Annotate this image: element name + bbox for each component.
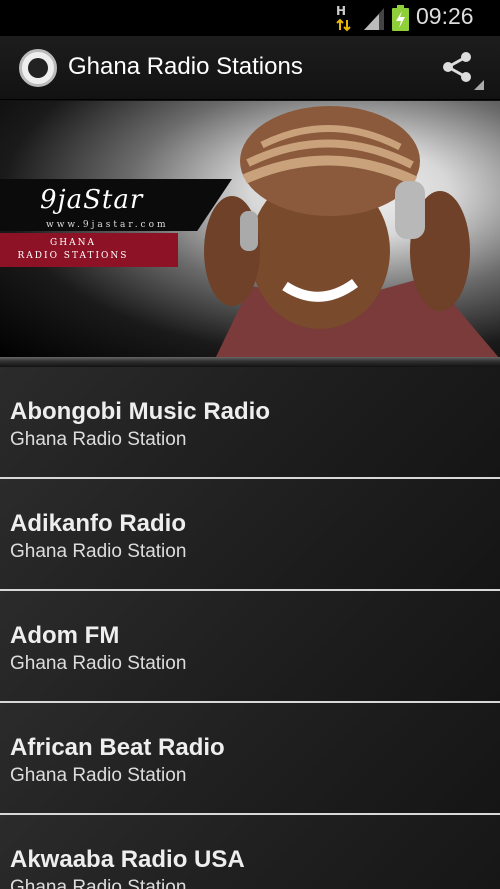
station-subtitle: Ghana Radio Station: [10, 541, 187, 562]
status-bar: H 09:26: [0, 0, 500, 36]
share-icon[interactable]: [440, 50, 486, 90]
station-name: Adikanfo Radio: [10, 510, 187, 537]
station-name: African Beat Radio: [10, 734, 225, 761]
app-logo-icon[interactable]: [19, 49, 57, 87]
station-subtitle: Ghana Radio Station: [10, 653, 187, 674]
ribbon-line-1: GHANA: [50, 238, 96, 248]
battery-charging-icon: [392, 5, 409, 31]
list-item[interactable]: Abongobi Music Radio Ghana Radio Station: [0, 367, 500, 479]
station-subtitle: Ghana Radio Station: [10, 765, 187, 786]
app-title: Ghana Radio Stations: [68, 53, 303, 80]
station-subtitle: Ghana Radio Station: [10, 877, 187, 889]
ribbon-line-2: RADIO STATIONS: [17, 251, 129, 261]
list-item[interactable]: African Beat Radio Ghana Radio Station: [0, 703, 500, 815]
clock: 09:26: [416, 3, 474, 29]
brand-ribbon: GHANA RADIO STATIONS: [0, 233, 178, 267]
station-name: Abongobi Music Radio: [10, 398, 270, 425]
list-item[interactable]: Adom FM Ghana Radio Station: [0, 591, 500, 703]
brand-url: www.9jastar.com: [46, 220, 169, 230]
list-item[interactable]: Adikanfo Radio Ghana Radio Station: [0, 479, 500, 591]
network-indicator-icon: H: [334, 4, 354, 32]
header-banner: 9jaStar www.9jastar.com GHANA RADIO STAT…: [0, 101, 500, 359]
station-name: Akwaaba Radio USA: [10, 846, 245, 873]
signal-strength-icon: [364, 8, 384, 30]
station-subtitle: Ghana Radio Station: [10, 429, 187, 450]
station-name: Adom FM: [10, 622, 120, 649]
banner-divider: [0, 357, 500, 367]
list-item[interactable]: Akwaaba Radio USA Ghana Radio Station: [0, 815, 500, 889]
station-list: Abongobi Music Radio Ghana Radio Station…: [0, 367, 500, 889]
brand-logo: 9jaStar: [40, 185, 144, 215]
action-bar: Ghana Radio Stations: [0, 36, 500, 100]
